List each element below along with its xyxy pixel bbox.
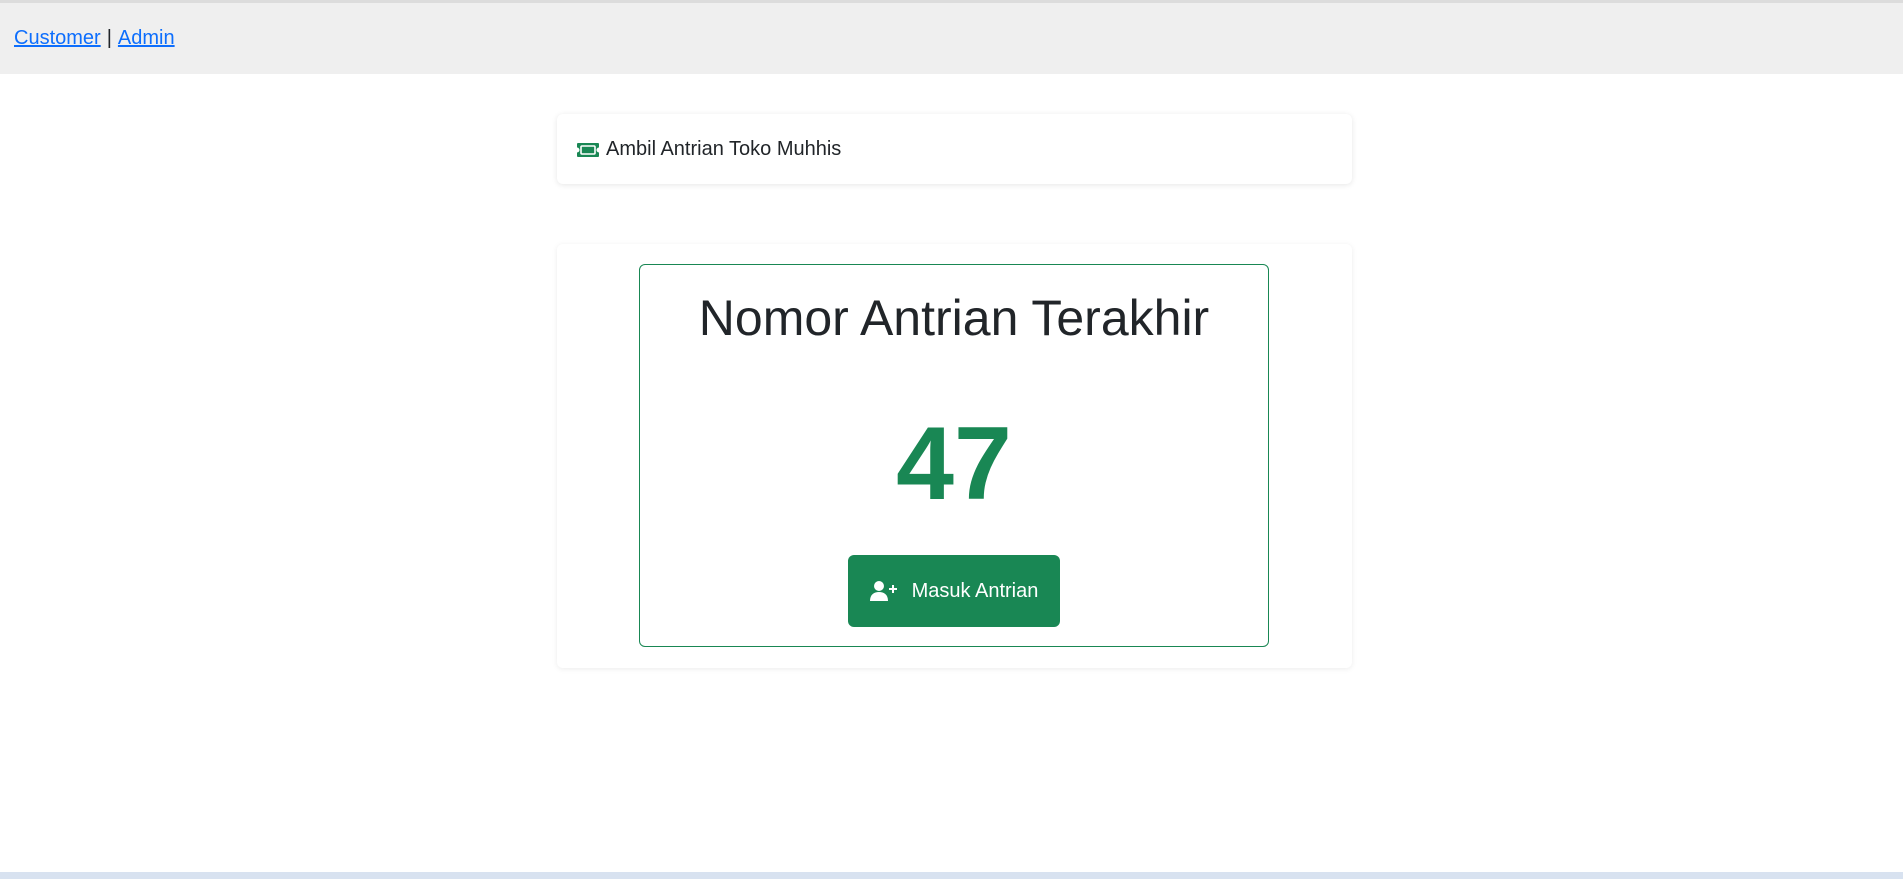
user-plus-icon — [869, 580, 898, 602]
join-queue-button-label: Masuk Antrian — [911, 579, 1039, 602]
queue-title: Nomor Antrian Terakhir — [698, 290, 1210, 346]
bottom-border — [0, 872, 1903, 879]
header-card: Ambil Antrian Toko Muhhis — [557, 114, 1352, 184]
last-queue-number: 47 — [896, 406, 1012, 522]
queue-box: Nomor Antrian Terakhir 47 Masuk Antrian — [639, 264, 1269, 647]
nav-separator: | — [106, 27, 112, 49]
top-navbar: Customer | Admin — [0, 3, 1903, 74]
queue-card: Nomor Antrian Terakhir 47 Masuk Antrian — [557, 244, 1352, 668]
nav-link-customer[interactable]: Customer — [14, 27, 101, 50]
nav-link-admin[interactable]: Admin — [118, 27, 175, 50]
ticket-icon — [576, 141, 600, 157]
header-title: Ambil Antrian Toko Muhhis — [606, 137, 842, 160]
join-queue-button[interactable]: Masuk Antrian — [848, 555, 1060, 627]
